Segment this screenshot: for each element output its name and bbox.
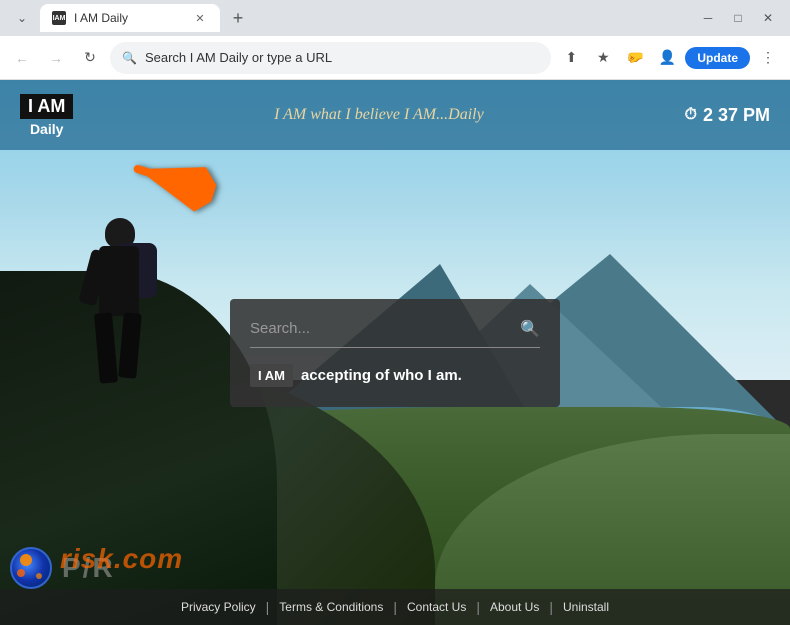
site-tagline: I AM what I believe I AM...Daily <box>73 106 684 124</box>
logo-daily: Daily <box>30 121 63 137</box>
person-leg-2 <box>118 312 142 378</box>
minimize-button[interactable]: ─ <box>694 4 722 32</box>
globe-highlight <box>20 554 32 566</box>
footer-uninstall[interactable]: Uninstall <box>553 600 619 614</box>
clock: ⏱ 2 37 PM <box>684 105 770 126</box>
new-tab-button[interactable]: + <box>224 4 252 32</box>
update-button[interactable]: Update <box>685 47 750 69</box>
search-icon[interactable]: 🔍 <box>520 319 540 339</box>
iam-badge: I AM <box>250 364 293 387</box>
watermark-globe <box>10 547 52 589</box>
active-tab[interactable]: IAM I AM Daily ✕ <box>40 4 220 32</box>
logo-i: I <box>28 96 37 116</box>
nav-chevron-down[interactable]: ⌄ <box>8 4 36 32</box>
profile-icon[interactable]: 👤 <box>653 44 681 72</box>
address-bar[interactable]: 🔍 Search I AM Daily or type a URL <box>110 42 551 74</box>
menu-icon[interactable]: ⋮ <box>754 44 782 72</box>
window-controls: ─ □ ✕ <box>694 4 782 32</box>
site-footer: Privacy Policy | Terms & Conditions | Co… <box>0 589 790 625</box>
tab-favicon: IAM <box>52 11 66 25</box>
search-container: 🔍 I AM accepting of who I am. <box>230 299 560 407</box>
clock-icon: ⏱ <box>684 106 696 124</box>
nav-actions: ⬆ ★ 🤛 👤 Update ⋮ <box>557 44 782 72</box>
title-bar: ⌄ IAM I AM Daily ✕ + ─ □ ✕ <box>0 0 790 36</box>
bookmark-icon[interactable]: ★ <box>589 44 617 72</box>
nav-bar: ← → ↻ 🔍 Search I AM Daily or type a URL … <box>0 36 790 80</box>
affirmation-text: accepting of who I am. <box>301 367 462 384</box>
close-button[interactable]: ✕ <box>754 4 782 32</box>
site-logo: I AM Daily <box>20 94 73 137</box>
clock-time: 2 37 PM <box>703 105 770 126</box>
footer-privacy[interactable]: Privacy Policy <box>171 600 266 614</box>
browser-frame: ⌄ IAM I AM Daily ✕ + ─ □ ✕ ← → ↻ 🔍 Searc… <box>0 0 790 625</box>
page-content: I AM Daily I AM what I believe I AM...Da… <box>0 80 790 625</box>
logo-top: I AM <box>20 94 73 119</box>
tab-close-button[interactable]: ✕ <box>192 10 208 26</box>
globe-dot-3 <box>36 573 42 579</box>
site-header: I AM Daily I AM what I believe I AM...Da… <box>0 80 790 150</box>
search-box: 🔍 <box>250 319 540 348</box>
person-body <box>63 218 183 418</box>
reload-button[interactable]: ↻ <box>76 44 104 72</box>
maximize-button[interactable]: □ <box>724 4 752 32</box>
footer-about[interactable]: About Us <box>480 600 549 614</box>
person-leg-1 <box>94 312 118 383</box>
share-icon[interactable]: ⬆ <box>557 44 585 72</box>
risk-overlay: risk.com <box>60 543 183 575</box>
search-input[interactable] <box>250 320 520 337</box>
forward-button[interactable]: → <box>42 44 70 72</box>
address-text: Search I AM Daily or type a URL <box>145 50 539 65</box>
tab-title: I AM Daily <box>74 11 128 25</box>
footer-contact[interactable]: Contact Us <box>397 600 476 614</box>
extensions-icon[interactable]: 🤛 <box>621 44 649 72</box>
logo-am: AM <box>37 96 65 116</box>
footer-terms[interactable]: Terms & Conditions <box>269 600 393 614</box>
affirmation-bar: I AM accepting of who I am. <box>250 364 540 387</box>
globe-dot-2 <box>17 569 25 577</box>
person-silhouette <box>63 218 183 418</box>
back-button[interactable]: ← <box>8 44 36 72</box>
address-search-icon: 🔍 <box>122 51 137 65</box>
